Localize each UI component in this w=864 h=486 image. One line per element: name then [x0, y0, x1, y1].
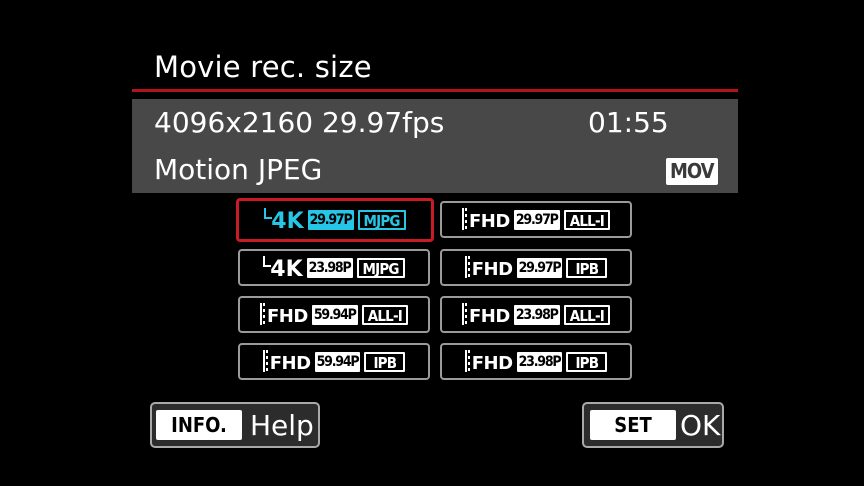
- frame-rate-badge: 23.98P: [516, 351, 563, 372]
- frame-rate-badge: 59.94P: [314, 351, 361, 372]
- movie-size-fhd-icon: FHD: [260, 302, 308, 328]
- page-title: Movie rec. size: [154, 50, 372, 84]
- compression-badge: MJPG: [356, 257, 405, 278]
- option-fhd-2997-ipb[interactable]: FHD 29.97P IPB: [440, 249, 632, 286]
- container-badge: MOV: [666, 158, 718, 185]
- compression-badge: IPB: [364, 351, 406, 372]
- movie-size-4k-icon: 4K: [263, 255, 303, 281]
- codec-readout: Motion JPEG: [154, 153, 323, 186]
- movie-size-fhd-icon: FHD: [464, 255, 513, 281]
- frame-rate-badge: 29.97P: [516, 257, 563, 278]
- title-divider: [132, 89, 738, 92]
- option-fhd-2398-ipb[interactable]: FHD 23.98P IPB: [440, 343, 632, 380]
- info-key-badge: INFO.: [156, 410, 242, 440]
- compression-badge: IPB: [566, 351, 608, 372]
- resolution-readout: 4096x2160 29.97fps: [154, 106, 445, 139]
- compression-badge: ALL-I: [563, 304, 610, 325]
- set-key-badge: SET: [590, 410, 676, 440]
- ok-button[interactable]: SET OK: [582, 402, 724, 448]
- compression-badge: MJPG: [357, 210, 406, 230]
- frame-rate-badge: 23.98P: [513, 304, 560, 325]
- frame-rate-badge: 23.98P: [306, 257, 353, 278]
- movie-size-4k-icon: 4K: [264, 207, 304, 233]
- option-4k-2398-mjpg[interactable]: 4K 23.98P MJPG: [238, 249, 430, 286]
- frame-rate-badge: 59.94P: [311, 304, 358, 325]
- option-fhd-5994-alli[interactable]: FHD 59.94P ALL-I: [238, 296, 430, 333]
- compression-badge: ALL-I: [563, 209, 610, 230]
- option-fhd-2997-alli[interactable]: FHD 29.97P ALL-I: [440, 201, 632, 238]
- compression-badge: ALL-I: [361, 304, 408, 325]
- movie-size-fhd-icon: FHD: [462, 207, 510, 233]
- option-fhd-2398-alli[interactable]: FHD 23.98P ALL-I: [440, 296, 632, 333]
- frame-rate-badge: 29.97P: [513, 209, 560, 230]
- movie-size-fhd-icon: FHD: [262, 349, 311, 375]
- current-setting-panel: 4096x2160 29.97fps 01:55 Motion JPEG MOV: [132, 99, 738, 193]
- movie-size-fhd-icon: FHD: [464, 349, 513, 375]
- help-label: Help: [250, 408, 314, 442]
- compression-badge: IPB: [566, 257, 608, 278]
- ok-label: OK: [680, 408, 721, 442]
- movie-size-fhd-icon: FHD: [462, 302, 510, 328]
- help-button[interactable]: INFO. Help: [150, 402, 320, 448]
- option-4k-2997-mjpg[interactable]: 4K 29.97P MJPG: [236, 198, 434, 242]
- frame-rate-badge: 29.97P: [307, 210, 354, 230]
- remaining-time-readout: 01:55: [588, 106, 669, 139]
- option-fhd-5994-ipb[interactable]: FHD 59.94P IPB: [238, 343, 430, 380]
